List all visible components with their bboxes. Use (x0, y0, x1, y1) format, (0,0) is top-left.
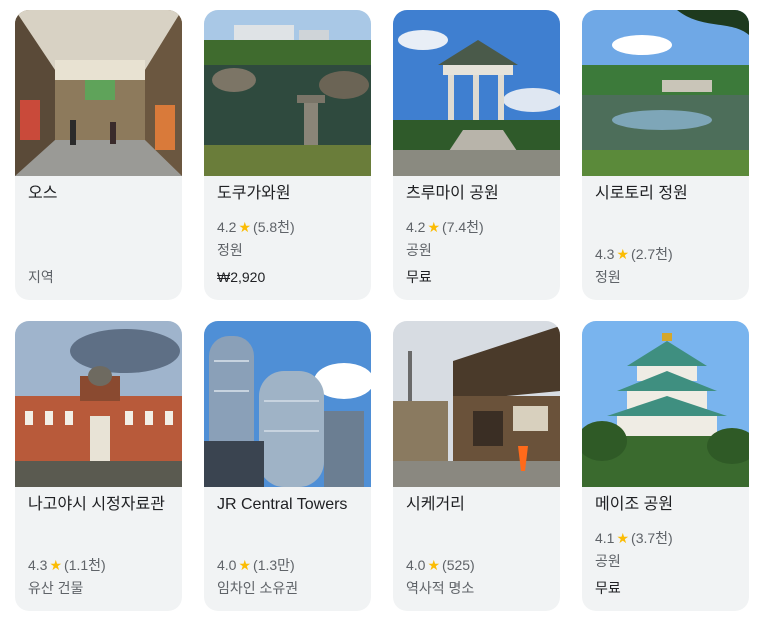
review-count: (3.7천) (631, 530, 673, 546)
place-photo (393, 10, 560, 176)
rating-row: 4.3 ★ (2.7천) (595, 244, 745, 264)
place-card-shikemichi[interactable]: 시케거리 4.0 ★ (525) 역사적 명소 (393, 321, 560, 611)
place-photo (582, 321, 749, 487)
place-category: 지역 (28, 269, 54, 285)
rating-value: 4.2 (217, 219, 237, 235)
star-icon: ★ (427, 219, 441, 235)
place-name: 츠루마이 공원 (406, 185, 499, 202)
rating-row: 4.0 ★ (1.3만) (217, 555, 367, 575)
star-icon: ★ (49, 557, 63, 573)
place-name: 나고야시 시정자료관 (28, 496, 165, 513)
place-grid: 오스 지역 도쿠가와원 4.2 ★ (5.8천) 정원 ₩2,920 츠루마이 … (0, 0, 771, 627)
star-icon: ★ (427, 557, 441, 573)
place-name: 메이조 공원 (595, 496, 674, 513)
place-price: ₩2,920 (217, 269, 266, 285)
place-category: 공원 (595, 553, 621, 569)
place-category: 역사적 명소 (406, 580, 475, 596)
rating-value: 4.3 (595, 246, 615, 262)
place-category: 정원 (217, 242, 243, 258)
review-count: (525) (442, 557, 475, 573)
place-name: 오스 (28, 185, 58, 202)
place-card-jr-central-towers[interactable]: JR Central Towers 4.0 ★ (1.3만) 임차인 소유권 (204, 321, 371, 611)
rating-row: 4.0 ★ (525) (406, 555, 556, 575)
place-photo (393, 321, 560, 487)
star-icon: ★ (616, 530, 630, 546)
rating-row: 4.2 ★ (7.4천) (406, 217, 556, 237)
rating-value: 4.2 (406, 219, 426, 235)
place-photo (204, 10, 371, 176)
rating-value: 4.3 (28, 557, 48, 573)
rating-value: 4.1 (595, 530, 615, 546)
place-price: 무료 (595, 580, 621, 596)
place-photo (204, 321, 371, 487)
place-name: 시로토리 정원 (595, 185, 688, 202)
place-card-osu[interactable]: 오스 지역 (15, 10, 182, 300)
place-name: JR Central Towers (217, 496, 348, 513)
rating-value: 4.0 (406, 557, 426, 573)
review-count: (1.1천) (64, 557, 106, 573)
place-category: 임차인 소유권 (217, 580, 299, 596)
place-category: 유산 건물 (28, 580, 84, 596)
place-photo (582, 10, 749, 176)
place-photo (15, 10, 182, 176)
place-card-tsurumai-park[interactable]: 츠루마이 공원 4.2 ★ (7.4천) 공원 무료 (393, 10, 560, 300)
rating-row: 4.1 ★ (3.7천) (595, 528, 745, 548)
place-name: 시케거리 (406, 496, 465, 513)
place-card-tokugawaen[interactable]: 도쿠가와원 4.2 ★ (5.8천) 정원 ₩2,920 (204, 10, 371, 300)
place-category: 공원 (406, 242, 432, 258)
rating-value: 4.0 (217, 557, 237, 573)
place-price: 무료 (406, 269, 432, 285)
review-count: (7.4천) (442, 219, 484, 235)
star-icon: ★ (238, 219, 252, 235)
place-card-shirotori-garden[interactable]: 시로토리 정원 4.3 ★ (2.7천) 정원 (582, 10, 749, 300)
review-count: (5.8천) (253, 219, 295, 235)
review-count: (2.7천) (631, 246, 673, 262)
star-icon: ★ (238, 557, 252, 573)
place-card-nagoya-city-archives[interactable]: 나고야시 시정자료관 4.3 ★ (1.1천) 유산 건물 (15, 321, 182, 611)
star-icon: ★ (616, 246, 630, 262)
place-category: 정원 (595, 269, 621, 285)
rating-row: 4.2 ★ (5.8천) (217, 217, 367, 237)
place-name: 도쿠가와원 (217, 185, 291, 202)
place-card-meijo-park[interactable]: 메이조 공원 4.1 ★ (3.7천) 공원 무료 (582, 321, 749, 611)
review-count: (1.3만) (253, 557, 295, 573)
rating-row: 4.3 ★ (1.1천) (28, 555, 178, 575)
place-photo (15, 321, 182, 487)
